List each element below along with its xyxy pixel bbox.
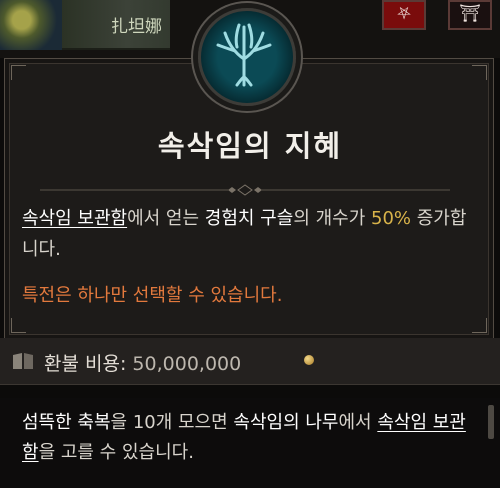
refund-text: 환불 비용: 50,000,000 — [44, 349, 241, 376]
hint-text: 섬뜩한 축복을 10개 모으면 속삭임의 나무에서 속삭임 보관함을 고를 수 … — [22, 408, 482, 468]
hint-panel: 섬뜩한 축복을 10개 모으면 속삭임의 나무에서 속삭임 보관함을 고를 수 … — [0, 398, 500, 488]
gold-coin-icon — [304, 355, 314, 365]
refund-label: 환불 비용: — [44, 353, 127, 375]
hint-fragment: 을 10개 모으면 — [110, 412, 234, 433]
gate-slot-button[interactable]: ⛩ — [448, 0, 492, 30]
character-portrait[interactable] — [0, 0, 62, 50]
highlight-text: 속삭임의 나무 — [233, 412, 339, 433]
corner-ornament — [11, 65, 26, 80]
refund-value: 50,000,000 — [132, 353, 242, 375]
description-text: 에서 얻는 — [127, 208, 205, 229]
gate-icon: ⛩ — [459, 4, 481, 24]
character-name: 扎坦娜 — [111, 17, 162, 37]
highlight-text: 섬뜩한 축복 — [22, 412, 111, 433]
demon-slot-button[interactable]: ⛧ — [382, 0, 426, 30]
description-text: 의 개수가 — [293, 208, 371, 229]
ornament-divider — [40, 184, 450, 196]
book-icon — [13, 353, 33, 369]
corner-ornament — [11, 318, 26, 333]
keyword-link[interactable]: 속삭임 보관함 — [22, 208, 127, 229]
corner-ornament — [472, 65, 487, 80]
hint-fragment: 을 고를 수 있습니다. — [38, 442, 194, 463]
highlight-text: 경험치 구슬 — [204, 208, 294, 229]
scrollbar[interactable] — [488, 405, 494, 439]
tree-emblem-icon — [198, 8, 296, 106]
tooltip-description: 속삭임 보관함에서 얻는 경험치 구슬의 개수가 50% 증가합니다. — [22, 203, 474, 265]
corner-ornament — [472, 318, 487, 333]
character-name-plate[interactable]: 扎坦娜 — [62, 0, 170, 50]
percent-value: 50% — [371, 208, 412, 229]
hint-fragment: 에서 — [338, 412, 378, 433]
specialization-note: 특전은 하나만 선택할 수 있습니다. — [22, 285, 283, 306]
demon-icon: ⛧ — [397, 4, 411, 24]
refund-cost-row: 환불 비용: 50,000,000 — [0, 338, 500, 385]
tooltip-title: 속삭임의 지혜 — [157, 129, 343, 163]
